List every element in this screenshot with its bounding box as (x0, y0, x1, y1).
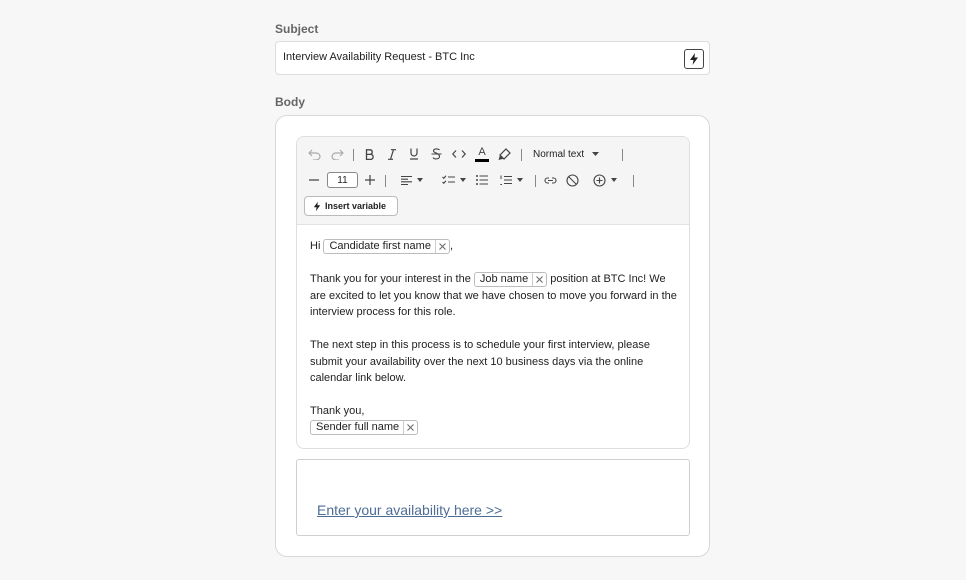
font-size-input[interactable]: 11 (327, 172, 358, 188)
toolbar-separator (521, 149, 522, 161)
undo-icon (307, 149, 321, 160)
bold-icon (365, 148, 374, 160)
numbered-list-icon (499, 175, 512, 185)
underline-icon (410, 148, 418, 160)
caret-down-icon (592, 152, 600, 156)
rich-text-editor: A Normal text 11 Insert variable Hi Cand… (296, 136, 690, 449)
underline-button[interactable] (407, 147, 421, 161)
caret-down-icon (460, 178, 466, 182)
close-icon (536, 275, 544, 283)
bolt-icon (313, 201, 321, 211)
align-left-icon (401, 175, 412, 185)
remove-variable-button[interactable] (403, 421, 415, 435)
insert-more-dropdown[interactable] (591, 173, 619, 187)
toolbar-separator (622, 149, 623, 161)
redo-icon (330, 149, 344, 160)
close-icon (407, 424, 415, 431)
variable-chip[interactable]: Sender full name (310, 420, 419, 436)
close-icon (439, 242, 446, 250)
numbered-list-dropdown[interactable] (497, 173, 525, 187)
subject-label: Subject (275, 22, 319, 36)
body-container: A Normal text 11 Insert variable Hi Cand… (275, 115, 710, 557)
toolbar-separator (353, 149, 354, 161)
text-color-swatch (475, 158, 489, 162)
undo-button[interactable] (307, 147, 321, 161)
highlight-button[interactable] (497, 147, 511, 161)
subject-value: Interview Availability Request - BTC Inc (283, 51, 475, 63)
paragraph-1: Thank you for your interest in the Job n… (310, 271, 682, 321)
insert-variable-button[interactable]: Insert variable (304, 196, 398, 216)
signoff-text: Thank you, (310, 405, 365, 417)
toolbar-separator (633, 175, 634, 187)
checklist-dropdown[interactable] (440, 173, 468, 187)
clear-format-button[interactable] (565, 173, 579, 187)
strikethrough-icon (431, 148, 441, 160)
availability-link-block: Enter your availability here >> (296, 459, 690, 536)
text-color-button[interactable]: A (474, 145, 490, 163)
clear-format-icon (565, 173, 579, 187)
caret-down-icon (417, 178, 423, 182)
align-dropdown[interactable] (398, 173, 426, 187)
checklist-icon (442, 175, 455, 185)
paragraph-1-start: Thank you for your interest in the (310, 273, 471, 285)
variable-chip-label: Candidate first name (329, 239, 431, 252)
bolt-icon (690, 53, 698, 65)
greeting-punctuation: , (449, 240, 454, 252)
signature-line: Sender full name (310, 420, 682, 437)
bullet-list-icon (476, 175, 488, 185)
remove-variable-button[interactable] (434, 239, 446, 253)
text-color-icon: A (478, 145, 486, 158)
code-icon (452, 150, 466, 158)
italic-icon (388, 148, 396, 160)
link-button[interactable] (543, 173, 557, 187)
text-style-dropdown[interactable]: Normal text (533, 146, 609, 162)
bullet-list-button[interactable] (475, 173, 489, 187)
bold-button[interactable] (363, 147, 377, 161)
italic-button[interactable] (385, 147, 399, 161)
variable-chip-label: Sender full name (316, 421, 400, 434)
caret-down-icon (611, 178, 617, 182)
link-icon (543, 176, 557, 184)
toolbar-separator (385, 175, 386, 187)
variable-chip[interactable]: Candidate first name (323, 238, 450, 254)
plus-circle-icon (593, 173, 606, 187)
highlighter-icon (498, 147, 511, 160)
toolbar-separator (535, 175, 536, 187)
greeting-line: Hi Candidate first name , (310, 238, 682, 255)
increase-font-size-button[interactable] (364, 174, 376, 186)
code-button[interactable] (451, 147, 467, 161)
subject-input[interactable]: Interview Availability Request - BTC Inc (275, 41, 710, 75)
availability-link[interactable]: Enter your availability here >> (317, 502, 502, 518)
text-style-value: Normal text (533, 148, 585, 160)
caret-down-icon (516, 178, 523, 182)
insert-variable-subject-button[interactable] (684, 49, 704, 69)
paragraph-2: The next step in this process is to sche… (310, 339, 650, 384)
minus-icon (309, 179, 319, 181)
variable-chip-label: Job name (479, 272, 529, 285)
decrease-font-size-button[interactable] (308, 174, 320, 186)
redo-button[interactable] (330, 147, 344, 161)
variable-chip[interactable]: Job name (473, 271, 548, 287)
plus-icon (365, 175, 375, 185)
strikethrough-button[interactable] (429, 147, 443, 161)
remove-variable-button[interactable] (532, 272, 544, 286)
editor-toolbar: A Normal text 11 Insert variable (297, 137, 689, 225)
editor-content[interactable]: Hi Candidate first name , Thank you for … (310, 238, 682, 436)
insert-variable-label: Insert variable (325, 201, 387, 211)
body-label: Body (275, 95, 305, 109)
greeting-text: Hi (310, 240, 321, 252)
